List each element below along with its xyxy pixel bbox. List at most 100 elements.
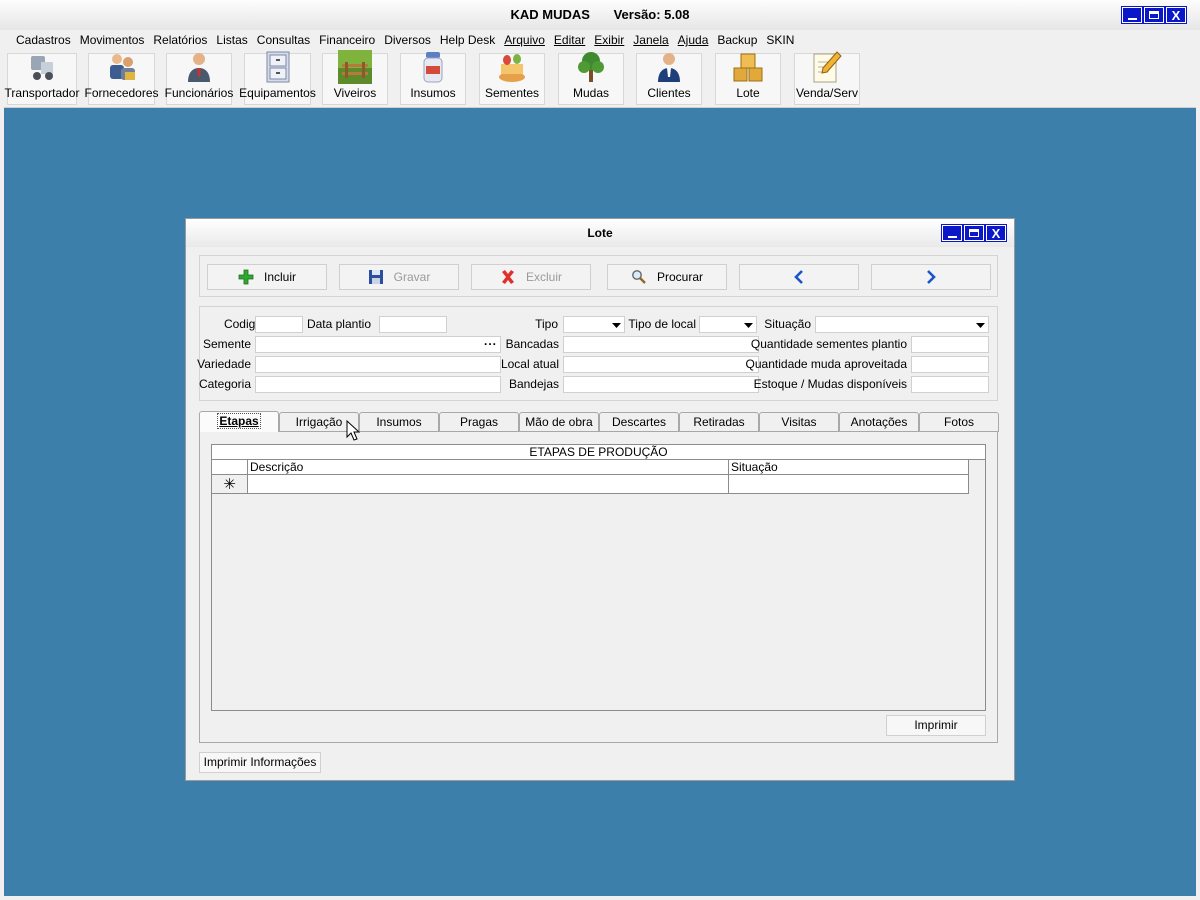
grid-new-row[interactable]: ✳ (212, 475, 969, 494)
menu-cadastros[interactable]: Cadastros (16, 33, 71, 47)
grid-cell-descricao[interactable] (248, 475, 729, 493)
tab-mao-de-obra[interactable]: Mão de obra (519, 412, 599, 432)
app-close-button[interactable]: X (1165, 6, 1187, 24)
pencil-note-icon (810, 50, 844, 84)
menu-listas[interactable]: Listas (216, 33, 247, 47)
toolbar-label: Fornecedores (84, 86, 159, 100)
app-title: KAD MUDAS (510, 7, 590, 22)
toolbar-fornecedores-button[interactable]: Fornecedores (84, 53, 159, 105)
tab-label: Irrigação (295, 415, 343, 429)
toolbar-label: Equipamentos (239, 86, 316, 100)
chevron-down-icon (610, 320, 622, 330)
tab-label: Insumos (376, 415, 422, 429)
bandejas-field[interactable] (563, 376, 759, 393)
local-atual-field[interactable] (563, 356, 759, 373)
grid-cell-situacao[interactable] (729, 475, 969, 493)
variedade-field[interactable] (255, 356, 501, 373)
grid-header-situacao[interactable]: Situação (729, 460, 969, 474)
next-record-button[interactable] (871, 264, 991, 290)
frame-edge (1196, 108, 1200, 228)
tab-label: Visitas (781, 415, 817, 429)
toolbar-funcionarios-button[interactable]: Funcionários (165, 50, 233, 105)
categoria-field[interactable] (255, 376, 501, 393)
codigo-field[interactable] (255, 316, 303, 333)
procurar-button[interactable]: Procurar (607, 264, 727, 290)
lote-form: Codigo Data plantio Tipo Tipo de local S… (197, 306, 998, 401)
tab-pragas[interactable]: Pragas (439, 412, 519, 432)
lote-window-controls: X (941, 224, 1007, 242)
gravar-label: Gravar (393, 270, 431, 284)
tab-visitas[interactable]: Visitas (759, 412, 839, 432)
gravar-button[interactable]: Gravar (339, 264, 459, 290)
tipo-local-select[interactable] (699, 316, 757, 333)
excluir-button[interactable]: Excluir (471, 264, 591, 290)
tab-retiradas[interactable]: Retiradas (679, 412, 759, 432)
grid-header-descricao[interactable]: Descrição (248, 460, 729, 474)
menu-janela[interactable]: Janela (633, 33, 668, 47)
menu-help-desk[interactable]: Help Desk (440, 33, 495, 47)
toolbar-clientes-button[interactable]: Clientes (636, 53, 702, 105)
lote-minimize-button[interactable] (941, 224, 963, 242)
boxes-icon (731, 50, 765, 84)
toolbar-insumos-button[interactable]: Insumos (400, 52, 466, 105)
categoria-label: Categoria (198, 377, 251, 391)
close-icon: X (1171, 7, 1181, 23)
qtd-sementes-label: Quantidade sementes plantio (750, 337, 907, 351)
data-plantio-field[interactable] (379, 316, 447, 333)
browse-semente-button[interactable]: ... (484, 334, 497, 348)
menu-diversos[interactable]: Diversos (384, 33, 431, 47)
semente-field[interactable]: ... (255, 334, 501, 353)
menu-ajuda[interactable]: Ajuda (678, 33, 709, 47)
save-icon (368, 270, 383, 284)
toolbar-viveiros-button[interactable]: Viveiros (322, 50, 388, 105)
employee-icon (182, 50, 216, 84)
qtd-muda-field[interactable] (911, 356, 989, 373)
truck-icon (25, 50, 59, 84)
tab-anotacoes[interactable]: Anotações (839, 412, 919, 432)
previous-record-button[interactable] (739, 264, 859, 290)
lote-close-button[interactable]: X (985, 224, 1007, 242)
toolbar-equipamentos-button[interactable]: Equipamentos (239, 51, 316, 105)
app-minimize-button[interactable] (1121, 6, 1143, 24)
tab-label: Mão de obra (525, 415, 593, 429)
menu-backup[interactable]: Backup (717, 33, 757, 47)
toolbar-label: Insumos (410, 86, 456, 100)
menu-editar[interactable]: Editar (554, 33, 585, 47)
nursery-icon (338, 50, 372, 84)
menu-arquivo[interactable]: Arquivo (504, 33, 545, 47)
menu-consultas[interactable]: Consultas (257, 33, 310, 47)
menu-relat-rios[interactable]: Relatórios (153, 33, 207, 47)
toolbar-transportador-button[interactable]: Transportador (5, 50, 79, 105)
tree-icon (574, 50, 608, 84)
app-maximize-button[interactable] (1143, 6, 1165, 24)
toolbar-lote-button[interactable]: Lote (715, 53, 781, 105)
menu-skin[interactable]: SKIN (766, 33, 794, 47)
imprimir-informacoes-button[interactable]: Imprimir Informações (199, 752, 321, 773)
tab-fotos[interactable]: Fotos (919, 412, 999, 432)
qtd-sementes-field[interactable] (911, 336, 989, 353)
tab-descartes[interactable]: Descartes (599, 412, 679, 432)
menu-financeiro[interactable]: Financeiro (319, 33, 375, 47)
imprimir-button[interactable]: Imprimir (886, 715, 986, 736)
app-window-controls: X (1121, 6, 1187, 24)
menu-exibir[interactable]: Exibir (594, 33, 624, 47)
tab-insumos[interactable]: Insumos (359, 412, 439, 432)
chevron-right-icon (927, 270, 936, 284)
maximize-icon (1149, 11, 1159, 19)
toolbar-sementes-button[interactable]: Sementes (479, 53, 545, 105)
toolbar-mudas-button[interactable]: Mudas (558, 50, 624, 105)
search-icon (632, 270, 646, 284)
lote-titlebar: Lote X (186, 219, 1014, 247)
estoque-field[interactable] (911, 376, 989, 393)
chevron-down-icon (974, 320, 986, 330)
minimize-icon (1127, 17, 1137, 20)
bancadas-field[interactable] (563, 336, 759, 353)
tipo-select[interactable] (563, 316, 625, 333)
toolbar-venda-serv-button[interactable]: Venda/Serv (794, 50, 860, 105)
situacao-select[interactable] (815, 316, 989, 333)
incluir-button[interactable]: Incluir (207, 264, 327, 290)
tab-etapas[interactable]: Etapas (199, 411, 279, 432)
etapas-grid[interactable]: ETAPAS DE PRODUÇÃO Descrição Situação ✳ (211, 444, 986, 711)
lote-maximize-button[interactable] (963, 224, 985, 242)
menu-movimentos[interactable]: Movimentos (80, 33, 145, 47)
